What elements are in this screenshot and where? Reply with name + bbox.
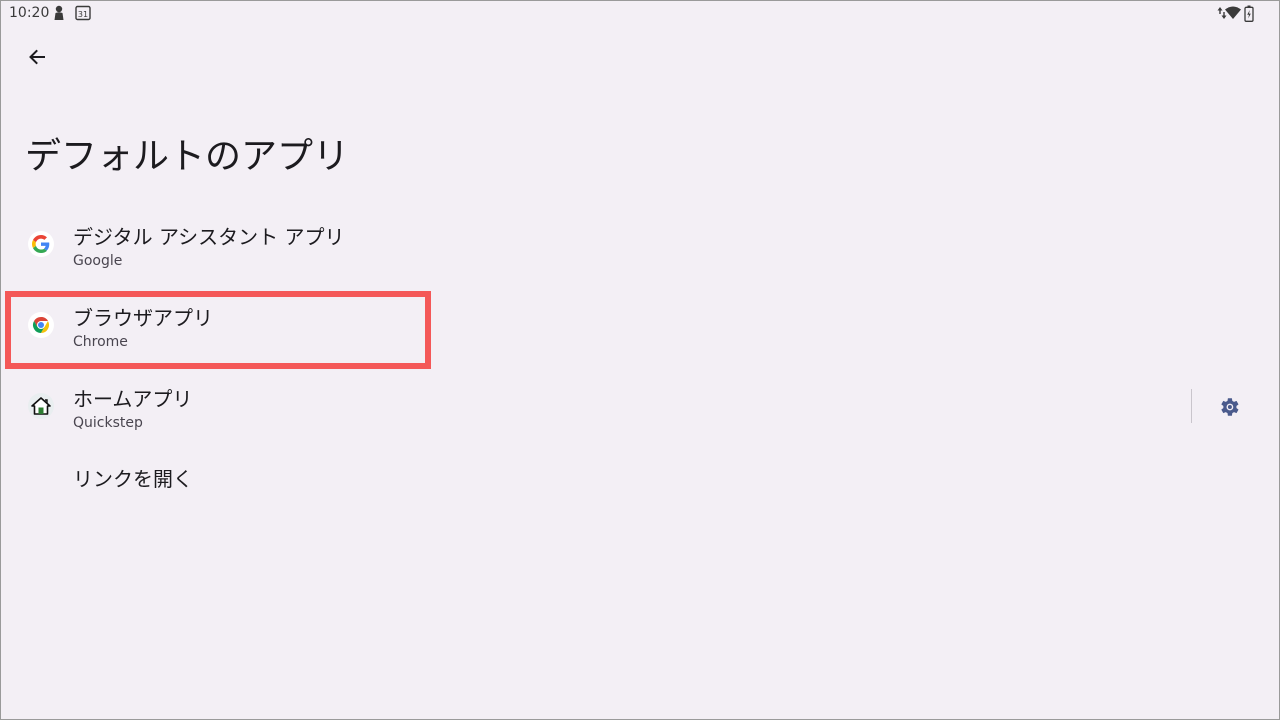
google-icon (28, 231, 54, 257)
person-icon (54, 5, 64, 20)
divider (1191, 389, 1192, 423)
arrow-left-icon (29, 49, 45, 65)
battery-icon (1244, 5, 1254, 22)
calendar-day: 31 (78, 10, 88, 19)
home-icon (28, 393, 54, 419)
list-item-open-links[interactable]: リンクを開く (1, 449, 1279, 509)
gear-icon (1221, 398, 1239, 416)
item-title: デジタル アシスタント アプリ (73, 225, 345, 249)
item-summary: Google (73, 253, 123, 269)
home-app-settings-button[interactable] (1207, 385, 1251, 429)
status-bar: 10:20 31 (1, 1, 1279, 25)
list-item-digital-assistant[interactable]: デジタル アシスタント アプリ Google (1, 204, 1279, 284)
item-title: リンクを開く (73, 467, 193, 491)
list-item-browser[interactable]: ブラウザアプリ Chrome (1, 285, 1279, 365)
wifi-icon (1225, 6, 1241, 19)
settings-screen: 10:20 31 デフォルトのアプリ デジタル アシスタント アプリ Googl… (0, 0, 1280, 720)
page-title: デフォルトのアプリ (25, 136, 350, 177)
calendar-icon: 31 (75, 5, 91, 21)
list-item-home-app[interactable]: ホームアプリ Quickstep (1, 366, 1181, 446)
status-time: 10:20 (9, 5, 50, 21)
item-summary: Chrome (73, 334, 128, 350)
item-title: ホームアプリ (73, 387, 193, 411)
item-summary: Quickstep (73, 415, 143, 431)
chrome-icon (28, 312, 54, 338)
back-button[interactable] (17, 37, 57, 77)
item-title: ブラウザアプリ (73, 306, 213, 330)
